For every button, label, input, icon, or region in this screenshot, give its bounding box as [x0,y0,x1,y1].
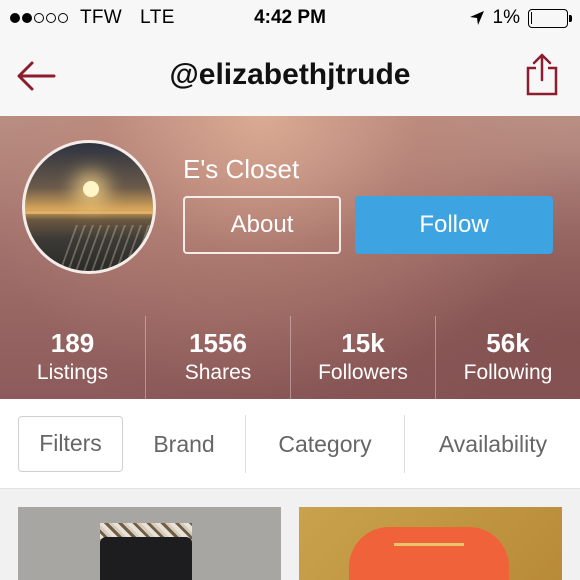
listings-grid [0,489,580,580]
share-icon [526,53,558,96]
follow-button[interactable]: Follow [355,196,553,254]
nav-bar: @elizabethjtrude [0,38,580,116]
availability-filter[interactable]: Availability [412,416,574,472]
stat-value: 15k [341,328,385,358]
stat-label: Shares [184,361,252,384]
page-title: @elizabethjtrude [169,58,411,91]
status-right: 1% [469,7,572,29]
filter-divider [404,415,405,473]
filter-divider [245,415,246,473]
filters-button[interactable]: Filters [18,416,123,472]
battery-icon [528,8,572,28]
share-button[interactable] [524,52,560,98]
stat-listings[interactable]: 189 Listings [0,316,145,399]
stat-label: Listings [36,361,109,384]
battery-percent: 1% [492,7,520,28]
stat-followers[interactable]: 15k Followers [290,316,435,399]
profile-stats: 189 Listings 1556 Shares 15k Followers 5… [0,316,580,399]
closet-name: E's Closet [183,154,300,184]
stat-label: Following [463,361,553,384]
filter-bar: Filters Brand Category Availability [0,399,580,489]
stat-shares[interactable]: 1556 Shares [145,316,290,399]
stat-value: 189 [50,328,95,358]
avatar[interactable] [22,140,156,274]
stat-following[interactable]: 56k Following [435,316,580,399]
listing-thumbnail[interactable] [18,507,281,580]
status-bar: TFW LTE 4:42 PM 1% [0,0,580,38]
location-arrow-icon [469,11,484,25]
stat-value: 1556 [189,328,247,358]
stat-value: 56k [486,328,530,358]
listing-thumbnail[interactable] [299,507,562,580]
about-button[interactable]: About [183,196,341,254]
profile-header: E's Closet About Follow 189 Listings 155… [0,116,580,399]
brand-filter[interactable]: Brand [132,416,236,472]
stat-label: Followers [318,361,408,384]
category-filter[interactable]: Category [254,416,396,472]
